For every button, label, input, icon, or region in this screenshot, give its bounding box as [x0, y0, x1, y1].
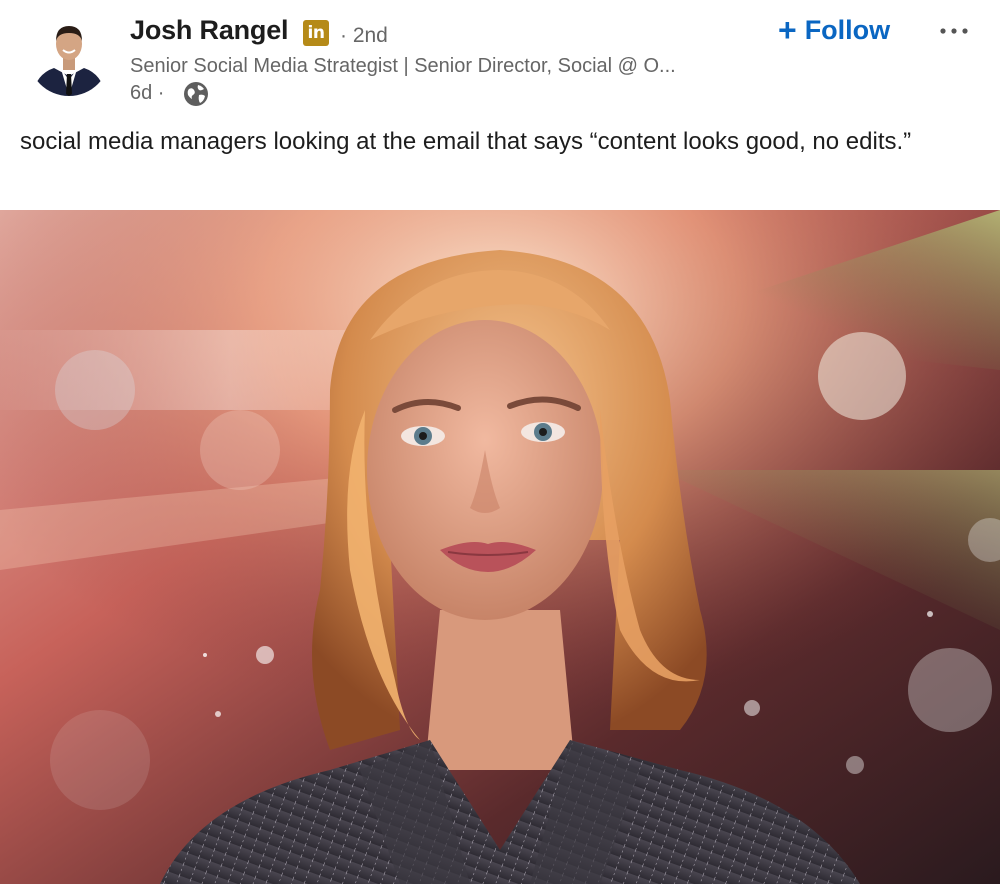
post-timestamp: 6d ·: [130, 82, 165, 104]
author-avatar[interactable]: [28, 14, 110, 96]
plus-icon: +: [778, 12, 797, 48]
linkedin-premium-badge-icon: in: [303, 20, 329, 46]
connection-degree: · 2nd: [340, 24, 388, 47]
globe-icon: [184, 82, 208, 106]
post-photo: [0, 210, 1000, 884]
author-headline[interactable]: Senior Social Media Strategist | Senior …: [130, 55, 770, 78]
ellipsis-icon[interactable]: [934, 12, 974, 48]
follow-label: Follow: [804, 14, 891, 45]
follow-button[interactable]: + Follow: [778, 12, 890, 48]
avatar-photo: [28, 14, 110, 96]
feed-post: Josh Rangel in · 2nd Senior Social Media…: [0, 0, 1000, 884]
post-image[interactable]: [0, 210, 1000, 884]
post-text: social media managers looking at the ema…: [20, 128, 912, 155]
author-name[interactable]: Josh Rangel: [130, 15, 289, 46]
